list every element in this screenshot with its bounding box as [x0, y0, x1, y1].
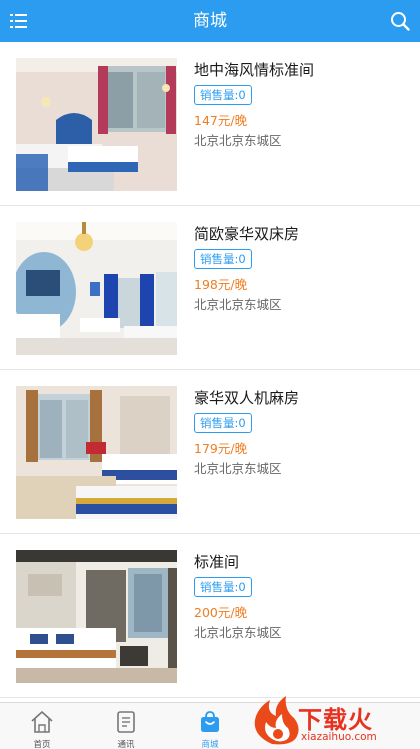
tab-shop[interactable]: 商城	[168, 703, 252, 749]
product-price: 179元/晚	[194, 441, 248, 456]
home-icon	[31, 711, 53, 733]
product-card[interactable]: 豪华双人机麻房 销售量:0 179元/晚 北京北京东城区	[0, 370, 420, 534]
watermark-text: 下载火	[298, 706, 373, 734]
tab-label: 首页	[33, 740, 51, 749]
search-icon	[391, 12, 410, 31]
product-list[interactable]: 地中海风情标准间 销售量:0 147元/晚 北京北京东城区 简欧豪华双床房 销售…	[0, 42, 420, 702]
sales-badge: 销售量:0	[194, 577, 252, 597]
product-address: 北京北京东城区	[194, 461, 282, 476]
shopping-bag-icon	[201, 711, 219, 732]
top-bar: 商城	[0, 0, 420, 42]
product-address: 北京北京东城区	[194, 297, 282, 312]
tab-label: 商城	[201, 740, 219, 749]
watermark-url: xiazaihuo.com	[301, 731, 377, 743]
product-address: 北京北京东城区	[194, 133, 282, 148]
sales-badge: 销售量:0	[194, 413, 252, 433]
product-name: 标准间	[194, 553, 240, 571]
search-button[interactable]	[386, 7, 414, 35]
page-title: 商城	[193, 11, 227, 31]
product-card[interactable]: 地中海风情标准间 销售量:0 147元/晚 北京北京东城区	[0, 42, 420, 206]
product-price: 147元/晚	[194, 113, 248, 128]
product-address: 北京北京东城区	[194, 625, 282, 640]
product-price: 198元/晚	[194, 277, 248, 292]
room-photo	[16, 58, 177, 191]
room-photo	[16, 386, 177, 519]
product-card[interactable]: 简欧豪华双床房 销售量:0 198元/晚 北京北京东城区	[0, 206, 420, 370]
sales-badge: 销售量:0	[194, 249, 252, 269]
contacts-icon	[117, 711, 135, 733]
sales-badge: 销售量:0	[194, 85, 252, 105]
tab-home[interactable]: 首页	[0, 703, 84, 749]
tab-contacts[interactable]: 通讯	[84, 703, 168, 749]
room-photo	[16, 222, 177, 355]
product-name: 地中海风情标准间	[194, 61, 315, 79]
product-card[interactable]: 标准间 销售量:0 200元/晚 北京北京东城区	[0, 534, 420, 698]
product-name: 豪华双人机麻房	[194, 389, 300, 407]
product-name: 简欧豪华双床房	[194, 225, 300, 243]
room-photo	[16, 550, 177, 683]
tab-label: 通讯	[117, 740, 135, 749]
product-price: 200元/晚	[194, 605, 248, 620]
